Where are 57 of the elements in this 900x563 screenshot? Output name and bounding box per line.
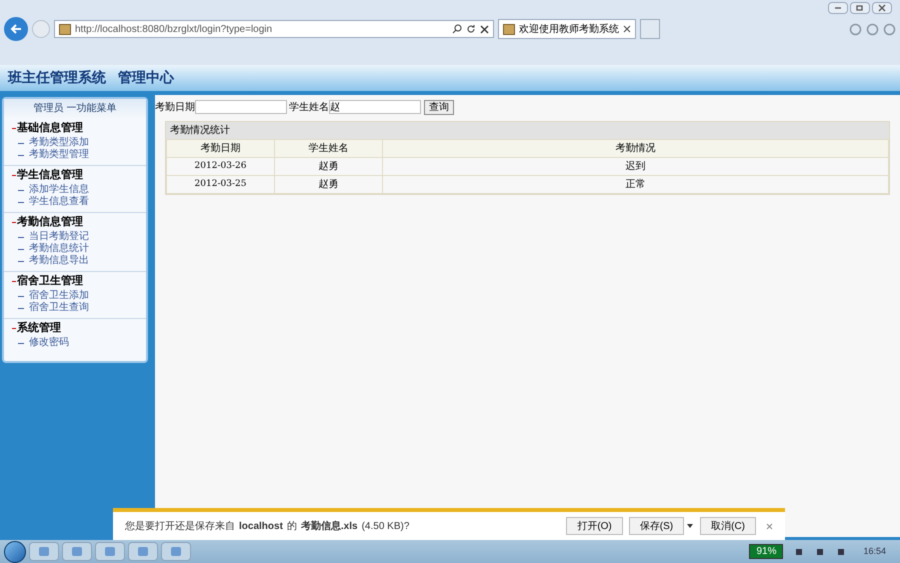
start-button[interactable] (4, 540, 26, 562)
address-bar[interactable]: http://localhost:8080/bzrglxt/login?type=login (54, 20, 494, 38)
close-icon[interactable] (480, 24, 489, 34)
search-icon[interactable] (452, 24, 462, 34)
download-message: 您是要打开还是保存来自 localhost 的 考勤信息.xls (4.50 KB)? (125, 520, 410, 534)
menu-link[interactable]: 考勤信息统计 (29, 243, 89, 255)
dash-icon (18, 342, 24, 344)
menu-link[interactable]: 考勤类型添加 (29, 137, 89, 149)
page-icon (503, 24, 515, 34)
table-cell: 赵勇 (274, 176, 382, 194)
dash-icon (18, 248, 24, 250)
menu-link[interactable]: 当日考勤登记 (29, 231, 89, 243)
menu-link[interactable]: 考勤信息导出 (29, 255, 89, 267)
restore-icon[interactable] (850, 2, 870, 14)
refresh-icon[interactable] (466, 24, 476, 34)
header-title: 班主任管理系统 (8, 68, 106, 88)
column-header: 考勤日期 (166, 140, 274, 158)
name-label: 学生姓名 (289, 100, 329, 114)
dash-icon (18, 236, 24, 238)
minimize-icon[interactable] (828, 2, 848, 14)
address-text: http://localhost:8080/bzrglxt/login?type=login (75, 22, 274, 36)
search-button[interactable]: 查询 (424, 100, 454, 114)
column-header: 考勤情况 (382, 140, 888, 158)
date-label: 考勤日期 (155, 100, 195, 114)
menu-group[interactable]: 考勤信息管理 (17, 214, 83, 230)
menu-link[interactable]: 考勤类型管理 (29, 149, 89, 161)
menu-group[interactable]: 学生信息管理 (17, 166, 83, 184)
table-cell: 正常 (382, 176, 888, 194)
back-icon[interactable] (4, 17, 28, 41)
table-title: 考勤情况统计 (166, 122, 889, 139)
tab-label: 欢迎使用教师考勤系统 (519, 22, 619, 36)
sidebar-title: 管理员 一功能菜单 (4, 99, 146, 119)
menu-group[interactable]: 基础信息管理 (17, 120, 83, 136)
menu-link[interactable]: 宿舍卫生添加 (29, 290, 89, 302)
menu-group[interactable]: 系统管理 (17, 320, 61, 336)
page-icon (59, 24, 71, 34)
battery-meter: 91% (749, 544, 784, 559)
menu-group[interactable]: 宿舍卫生管理 (17, 272, 83, 290)
close-icon[interactable] (623, 25, 631, 33)
name-field[interactable]: 赵 (329, 100, 421, 114)
menu-link[interactable]: 学生信息查看 (29, 196, 89, 208)
clock-time: 16:54 (863, 544, 886, 558)
table-cell: 2012-03-25 (166, 176, 274, 194)
date-field[interactable] (195, 100, 287, 114)
download-cancel-button[interactable]: 取消(C) (700, 517, 756, 535)
dash-icon (18, 260, 24, 262)
download-open-button[interactable]: 打开(O) (566, 517, 623, 535)
dash-icon (18, 154, 24, 156)
menu-link[interactable]: 添加学生信息 (29, 184, 89, 196)
header-subtitle: 管理中心 (118, 68, 174, 88)
close-icon[interactable] (872, 2, 892, 14)
menu-link[interactable]: 修改密码 (29, 337, 69, 349)
download-save-button[interactable]: 保存(S) (628, 517, 684, 535)
browser-tab[interactable]: 欢迎使用教师考勤系统 (498, 19, 636, 39)
column-header: 学生姓名 (274, 140, 382, 158)
menu-link[interactable]: 宿舍卫生查询 (29, 302, 89, 314)
dash-icon (18, 142, 24, 144)
